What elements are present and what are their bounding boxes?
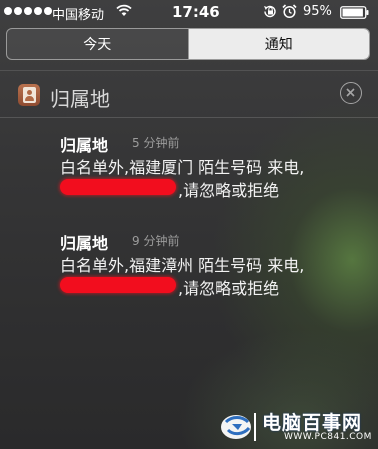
- notification-message-line: 白名单外,福建漳州 陌生号码 来电,: [60, 256, 305, 275]
- rotation-lock-icon: [262, 4, 278, 23]
- divider: [0, 117, 378, 118]
- status-bar: 中国移动 17:46 95%: [0, 0, 378, 24]
- notification-title: 归属地: [60, 136, 109, 155]
- redacted-phone-number: [60, 179, 176, 195]
- notification-message-suffix: ,请忽略或拒绝: [178, 181, 280, 200]
- alarm-icon: [282, 4, 297, 23]
- wifi-icon: [116, 4, 132, 21]
- watermark-logo-icon: [218, 410, 258, 448]
- notification-time: 9 分钟前: [132, 234, 180, 248]
- contacts-app-icon: [18, 84, 40, 106]
- notification-title: 归属地: [60, 234, 109, 253]
- notification-center-tabs: 今天 通知: [6, 28, 370, 60]
- notification-message-line: ,请忽略或拒绝: [60, 177, 370, 200]
- notification-message-line: ,请忽略或拒绝: [60, 275, 370, 298]
- notification-message-line: 白名单外,福建厦门 陌生号码 来电,: [60, 158, 305, 177]
- watermark-name: 电脑百事网: [262, 412, 363, 434]
- tab-today[interactable]: 今天: [7, 29, 189, 59]
- battery-percent: 95%: [303, 4, 332, 19]
- redacted-phone-number: [60, 277, 176, 293]
- app-section-title: 归属地: [50, 87, 110, 111]
- close-icon[interactable]: [340, 82, 362, 104]
- notification-time: 5 分钟前: [132, 136, 180, 150]
- signal-dots-icon: [4, 7, 52, 15]
- carrier-name: 中国移动: [52, 8, 105, 23]
- watermark: 电脑百事网 WWW.PC841.COM: [218, 408, 376, 446]
- app-section-header: 归属地: [0, 76, 378, 116]
- battery-icon: [340, 6, 370, 23]
- notification-message-suffix: ,请忽略或拒绝: [178, 279, 280, 298]
- watermark-url: WWW.PC841.COM: [284, 432, 372, 442]
- clock-time: 17:46: [172, 3, 220, 21]
- tab-notifications[interactable]: 通知: [188, 29, 369, 59]
- divider: [0, 70, 378, 71]
